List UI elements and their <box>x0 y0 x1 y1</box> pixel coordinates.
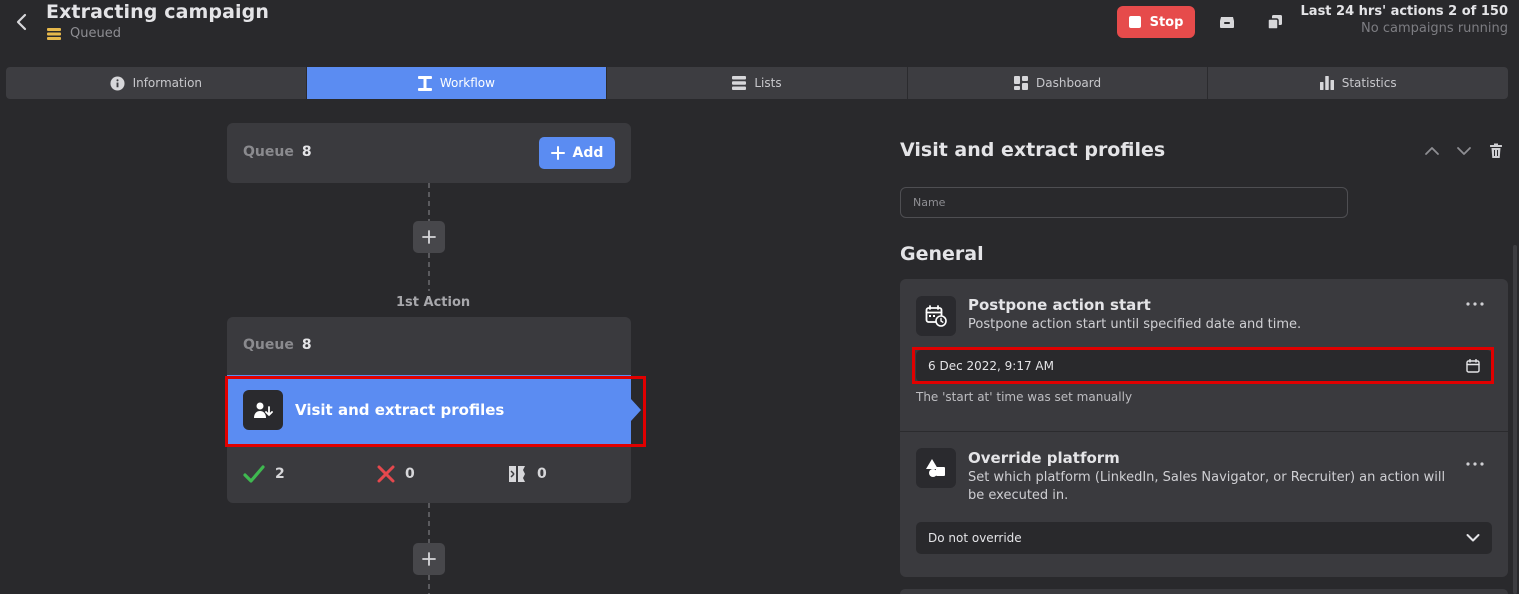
tab-label: Workflow <box>439 76 495 90</box>
divider <box>900 431 1508 432</box>
workflow-icon <box>417 75 432 91</box>
action-step-label: 1st Action <box>396 295 471 310</box>
queue-count: 8 <box>301 144 312 160</box>
plus-icon <box>422 230 436 244</box>
override-title: Override platform <box>968 449 1120 467</box>
plus-icon <box>550 146 565 160</box>
highlight-box <box>912 347 1494 384</box>
highlight-box <box>225 376 646 447</box>
copy-icon <box>1267 15 1282 30</box>
plus-icon <box>422 552 436 566</box>
bar-chart-icon <box>1319 76 1334 90</box>
add-button[interactable]: Add <box>539 137 615 169</box>
connector-line <box>428 575 430 594</box>
override-platform-value: Do not override <box>928 531 1022 545</box>
actions-stats: Last 24 hrs' actions 2 of 150 No campaig… <box>1301 4 1508 36</box>
queue-count: 8 <box>301 337 312 353</box>
dashboard-icon <box>1014 76 1029 90</box>
calendar-clock-icon <box>925 305 947 327</box>
campaign-status: Queued <box>46 26 121 41</box>
checkmark-icon <box>243 465 265 483</box>
platform-shapes-icon <box>926 459 945 477</box>
failed-stat: 0 <box>377 465 415 483</box>
stop-button-label: Stop <box>1149 14 1184 30</box>
queue-stack-icon <box>47 27 61 40</box>
tab-statistics[interactable]: Statistics <box>1208 67 1508 99</box>
delete-action-button[interactable] <box>1489 143 1503 159</box>
more-horizontal-icon <box>1466 302 1484 306</box>
connector-line <box>428 253 430 291</box>
postpone-more-button[interactable] <box>1466 302 1484 306</box>
setting-icon-wrap <box>916 448 956 488</box>
chevron-down-icon <box>1466 534 1480 542</box>
postpone-note: The 'start at' time was set manually <box>916 390 1133 404</box>
move-down-button[interactable] <box>1456 143 1472 159</box>
move-up-button[interactable] <box>1424 143 1440 159</box>
insert-action-button[interactable] <box>413 543 445 575</box>
override-more-button[interactable] <box>1466 462 1484 466</box>
setting-icon-wrap <box>916 296 956 336</box>
success-count: 2 <box>275 466 285 482</box>
running-campaigns-status: No campaigns running <box>1361 21 1508 36</box>
tab-label: Dashboard <box>1036 76 1102 90</box>
daily-actions-count: Last 24 hrs' actions 2 of 150 <box>1300 4 1508 19</box>
override-description: Set which platform (LinkedIn, Sales Navi… <box>968 470 1446 503</box>
status-label: Queued <box>70 26 121 41</box>
tab-label: Lists <box>754 76 782 90</box>
chevron-left-icon <box>16 13 27 31</box>
archive-button[interactable] <box>1217 12 1237 32</box>
insert-action-button[interactable] <box>413 221 445 253</box>
add-button-label: Add <box>572 145 604 161</box>
skip-flag-icon <box>509 466 525 482</box>
stop-button[interactable]: Stop <box>1117 6 1195 38</box>
next-settings-card <box>900 589 1508 594</box>
skipped-count: 0 <box>537 466 547 482</box>
connector-line <box>428 183 430 221</box>
chevron-down-icon <box>1457 147 1471 155</box>
cross-icon <box>377 465 395 483</box>
connector-line <box>428 503 430 543</box>
queue-label: Queue <box>243 144 294 160</box>
success-stat: 2 <box>243 465 285 483</box>
trash-icon <box>1490 143 1502 158</box>
info-icon <box>110 75 125 91</box>
postpone-description: Postpone action start until specified da… <box>968 317 1302 332</box>
tab-label: Information <box>132 76 203 90</box>
queue-label: Queue <box>243 337 294 353</box>
action-name-input[interactable] <box>900 187 1348 218</box>
postpone-title: Postpone action start <box>968 296 1151 314</box>
override-platform-select[interactable]: Do not override <box>916 522 1492 554</box>
tab-dashboard[interactable]: Dashboard <box>908 67 1209 99</box>
section-title-general: General <box>900 243 984 265</box>
tab-lists[interactable]: Lists <box>607 67 908 99</box>
chevron-up-icon <box>1425 147 1439 155</box>
campaign-title: Extracting campaign <box>46 1 269 23</box>
more-horizontal-icon <box>1466 462 1484 466</box>
skipped-stat: 0 <box>507 465 547 483</box>
campaign-tabs: Information Workflow Lists Dashboard Sta… <box>6 67 1508 99</box>
failed-count: 0 <box>405 466 415 482</box>
stop-icon <box>1128 16 1141 28</box>
tab-information[interactable]: Information <box>6 67 307 99</box>
tab-label: Statistics <box>1341 76 1397 90</box>
panel-title: Visit and extract profiles <box>900 139 1166 161</box>
duplicate-button[interactable] <box>1265 12 1285 32</box>
archive-icon <box>1220 17 1234 28</box>
tab-workflow[interactable]: Workflow <box>306 67 608 99</box>
panel-scrollbar[interactable] <box>1513 245 1517 594</box>
back-button[interactable] <box>12 10 32 34</box>
list-icon <box>732 76 747 90</box>
